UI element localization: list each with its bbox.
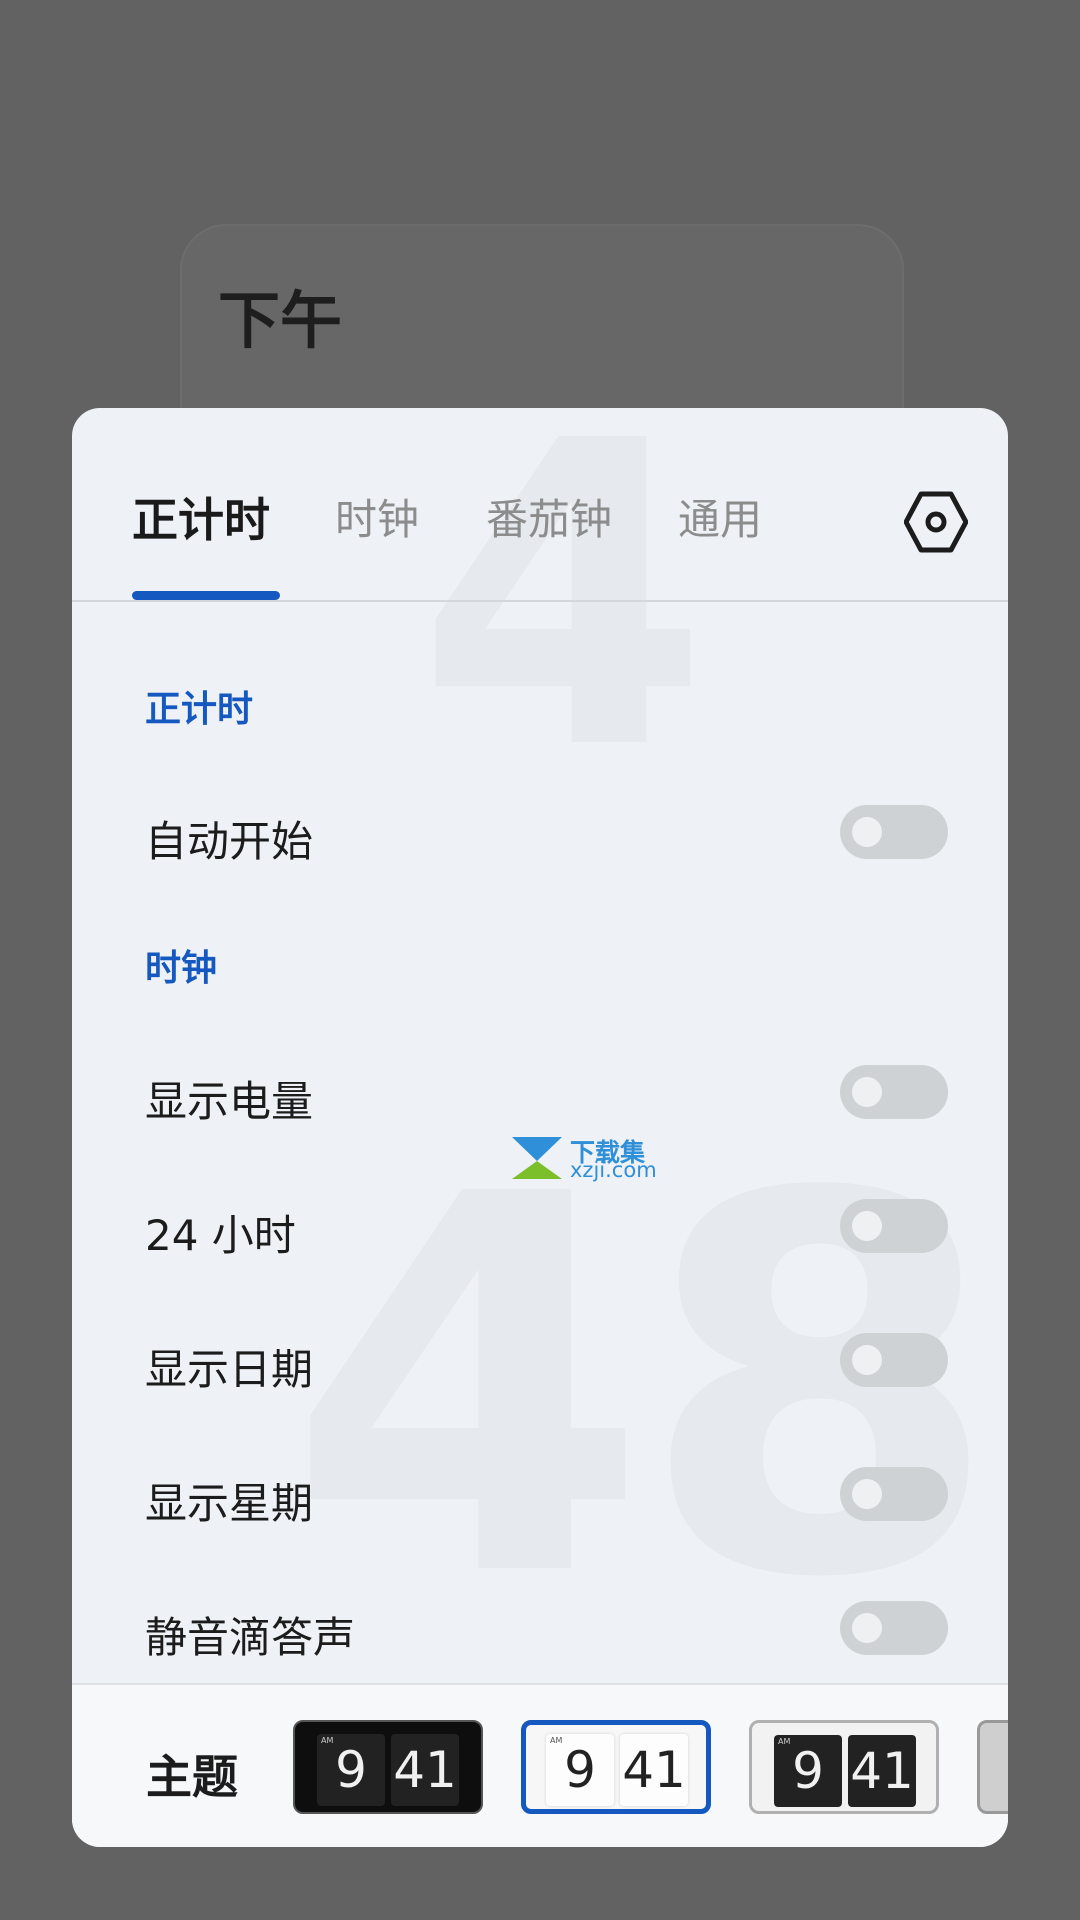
tab-clock[interactable]: 时钟 [335,486,419,547]
tab-bar: 正计时 时钟 番茄钟 通用 [72,408,1008,601]
setting-label-show-date: 显示日期 [145,1345,314,1394]
theme-option-dark[interactable]: AM 9 41 [293,1720,483,1814]
setting-label-24-hour: 24 小时 [145,1211,296,1260]
toggle-auto-start[interactable] [840,805,948,859]
toggle-show-date[interactable] [840,1333,948,1387]
theme-option-light[interactable]: AM 9 41 [521,1720,711,1814]
download-arrow-icon [512,1137,562,1179]
section-title-clock: 时钟 [145,948,218,989]
theme-ampm: AM [321,1736,334,1745]
toggle-mute-tick[interactable] [840,1601,948,1655]
watermark-url: xzji.com [570,1158,657,1182]
tab-divider [72,600,1008,602]
setting-label-show-weekday: 显示星期 [145,1479,314,1528]
toggle-knob [852,1479,882,1509]
watermark-logo: 下载集 xzji.com [510,1133,657,1183]
section-title-stopwatch: 正计时 [145,689,254,730]
theme-ampm: AM [778,1737,791,1746]
gear-icon[interactable] [904,490,968,554]
toggle-show-battery[interactable] [840,1065,948,1119]
theme-ampm: AM [550,1736,563,1745]
background-ampm-label: 下午 [218,284,343,357]
tab-general[interactable]: 通用 [678,486,762,547]
toggle-knob [852,1077,882,1107]
setting-label-mute-tick: 静音滴答声 [145,1613,356,1662]
toggle-show-weekday[interactable] [840,1467,948,1521]
toggle-knob [852,1345,882,1375]
settings-sheet: 4 48 正计时 时钟 番茄钟 通用 正计时 自动开始 时钟 显示电量 24 小… [72,408,1008,1847]
theme-option-contrast[interactable]: AM 9 41 [749,1720,939,1814]
theme-option-partial[interactable] [977,1720,1008,1814]
active-tab-indicator [132,591,280,600]
theme-label: 主题 [146,1750,238,1804]
tab-pomodoro[interactable]: 番茄钟 [486,486,612,547]
setting-label-auto-start: 自动开始 [145,817,314,866]
flip-minute: 41 [848,1735,916,1807]
toggle-24-hour[interactable] [840,1199,948,1253]
setting-label-show-battery: 显示电量 [145,1077,314,1126]
toggle-knob [852,1211,882,1241]
flip-minute: 41 [391,1734,459,1806]
toggle-knob [852,1613,882,1643]
flip-minute: 41 [620,1734,688,1806]
tab-stopwatch[interactable]: 正计时 [132,484,270,550]
theme-bar: 主题 AM 9 41 AM 9 41 AM 9 41 [72,1683,1008,1847]
toggle-knob [852,817,882,847]
